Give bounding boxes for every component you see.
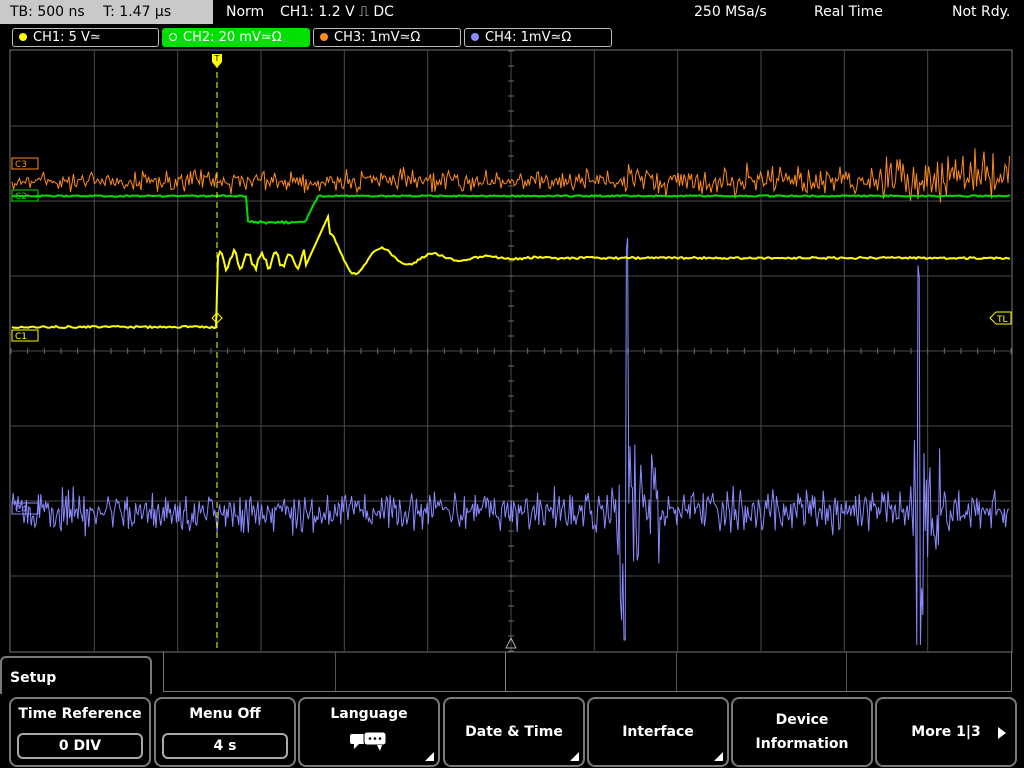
ch1-offset-marker[interactable]: C1 bbox=[11, 329, 39, 342]
date-time-label: Date & Time bbox=[465, 724, 563, 740]
language-softkey[interactable]: Language bbox=[298, 697, 440, 767]
more-softkey[interactable]: More 1|3 bbox=[875, 697, 1017, 767]
device-information-softkey[interactable]: Device Information bbox=[731, 697, 873, 767]
device-info-line2: Information bbox=[755, 736, 849, 752]
interface-softkey[interactable]: Interface bbox=[587, 697, 729, 767]
device-info-line1: Device bbox=[775, 712, 829, 728]
ch4-offset-marker[interactable]: C4 bbox=[11, 502, 39, 515]
graticule-grid bbox=[10, 50, 1012, 652]
ch3-offset-marker[interactable]: C3 bbox=[11, 157, 39, 170]
ch4-marker-label: C4 bbox=[15, 505, 27, 515]
date-time-softkey[interactable]: Date & Time bbox=[443, 697, 585, 767]
setup-menu-title: Setup bbox=[0, 656, 152, 696]
trigger-level-marker[interactable]: TL bbox=[989, 311, 1012, 325]
menu-off-value: 4 s bbox=[162, 733, 288, 759]
interface-label: Interface bbox=[622, 724, 694, 740]
time-reference-label: Time Reference bbox=[18, 706, 142, 722]
ch2-marker-label: C2 bbox=[15, 192, 27, 202]
trigger-level-label: TL bbox=[996, 315, 1008, 325]
submenu-indicator-icon bbox=[570, 752, 579, 761]
waveform-display[interactable]: T C3 C2 C1 C4 TL bbox=[0, 0, 1024, 700]
bottom-graticule-strip bbox=[163, 652, 1012, 692]
next-page-arrow-icon bbox=[998, 727, 1006, 739]
ch1-marker-label: C1 bbox=[15, 332, 27, 342]
ch3-marker-label: C3 bbox=[15, 160, 27, 170]
submenu-indicator-icon bbox=[425, 752, 434, 761]
speech-bubbles-icon bbox=[350, 731, 387, 751]
more-label: More 1|3 bbox=[911, 724, 981, 740]
time-reference-value: 0 DIV bbox=[17, 733, 143, 759]
time-reference-softkey[interactable]: Time Reference 0 DIV bbox=[9, 697, 151, 767]
language-label: Language bbox=[330, 706, 408, 722]
submenu-indicator-icon bbox=[714, 752, 723, 761]
menu-off-label: Menu Off bbox=[189, 706, 261, 722]
menu-off-softkey[interactable]: Menu Off 4 s bbox=[154, 697, 296, 767]
trigger-position-label: T bbox=[214, 54, 220, 63]
